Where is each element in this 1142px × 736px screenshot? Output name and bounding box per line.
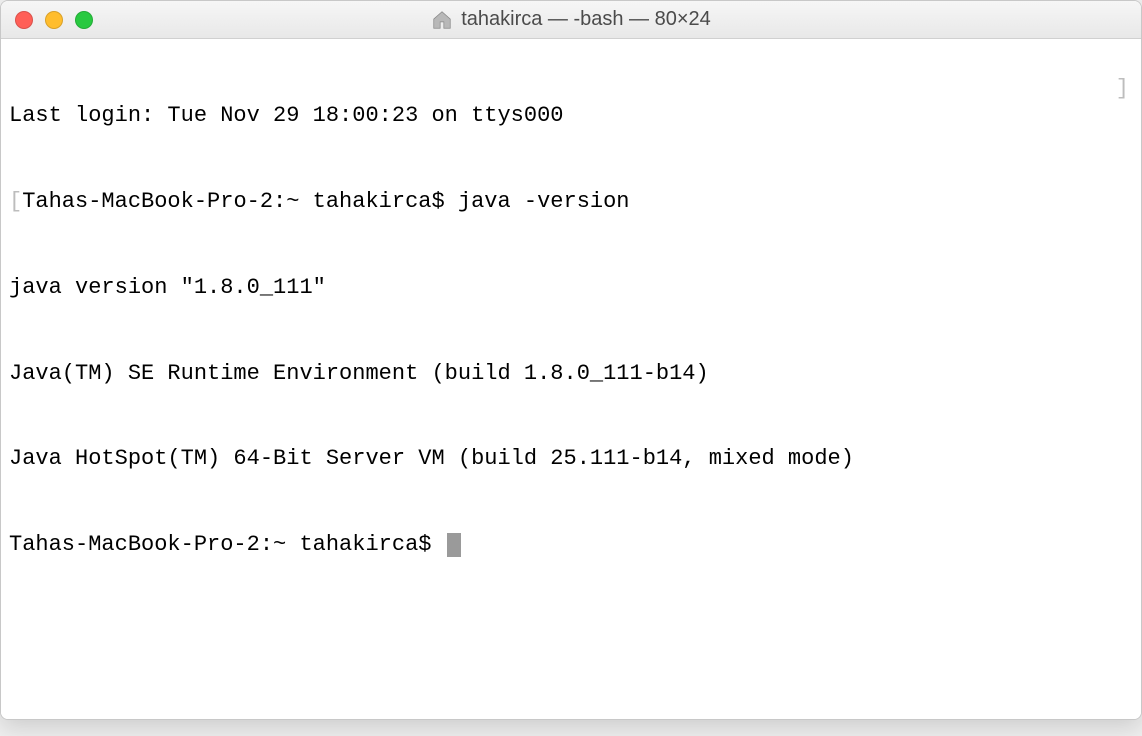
right-bracket: ] <box>1116 75 1129 104</box>
terminal-line-prompt1: [Tahas-MacBook-Pro-2:~ tahakirca$ java -… <box>9 188 1133 217</box>
cursor-block <box>447 533 461 557</box>
terminal-line-runtime: Java(TM) SE Runtime Environment (build 1… <box>9 360 1133 389</box>
titlebar[interactable]: tahakirca — -bash — 80×24 <box>1 1 1141 39</box>
terminal-line-prompt2: Tahas-MacBook-Pro-2:~ tahakirca$ <box>9 531 1133 560</box>
home-icon <box>431 9 453 31</box>
terminal-line-java-version: java version "1.8.0_111" <box>9 274 1133 303</box>
maximize-button[interactable] <box>75 11 93 29</box>
prompt2-text: Tahas-MacBook-Pro-2:~ tahakirca$ <box>9 532 445 557</box>
terminal-content[interactable]: Last login: Tue Nov 29 18:00:23 on ttys0… <box>1 39 1141 719</box>
terminal-window: tahakirca — -bash — 80×24 Last login: Tu… <box>0 0 1142 720</box>
terminal-line-hotspot: Java HotSpot(TM) 64-Bit Server VM (build… <box>9 445 1133 474</box>
close-button[interactable] <box>15 11 33 29</box>
window-title-container: tahakirca — -bash — 80×24 <box>1 8 1141 31</box>
minimize-button[interactable] <box>45 11 63 29</box>
prompt1-text: Tahas-MacBook-Pro-2:~ tahakirca$ java -v… <box>22 189 629 214</box>
traffic-lights <box>15 11 93 29</box>
left-bracket: [ <box>9 189 22 214</box>
window-title: tahakirca — -bash — 80×24 <box>461 8 711 31</box>
terminal-line-last-login: Last login: Tue Nov 29 18:00:23 on ttys0… <box>9 102 1133 131</box>
